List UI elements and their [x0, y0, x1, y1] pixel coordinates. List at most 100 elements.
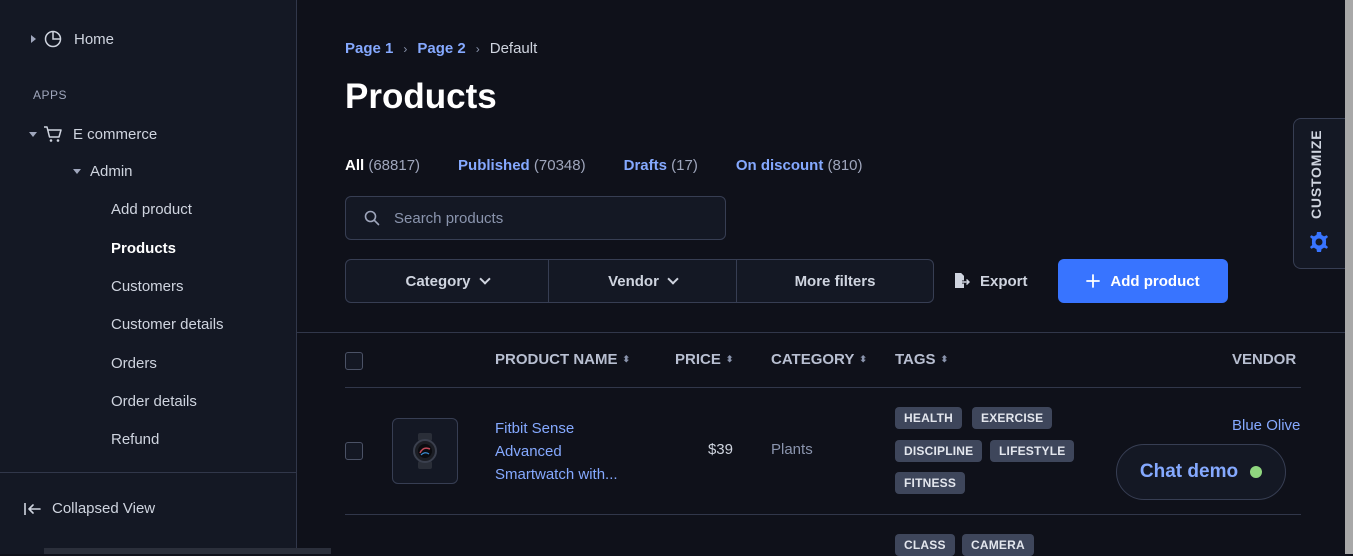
product-thumbnail[interactable]	[392, 418, 458, 484]
chat-demo-label: Chat demo	[1139, 461, 1239, 482]
collapse-arrow-icon	[24, 502, 42, 516]
tab-label: On discount	[735, 157, 824, 174]
tab-label: All	[345, 157, 365, 174]
sort-icon: ⬍	[859, 354, 867, 364]
gear-icon	[1307, 230, 1331, 254]
filter-bar: Category Vendor More filters	[345, 259, 934, 303]
row-checkbox[interactable]	[345, 442, 363, 460]
sidebar-item-label: E commerce	[73, 125, 158, 143]
page-title: Products	[345, 77, 497, 116]
sort-icon: ⬍	[940, 354, 949, 364]
header-label: VENDOR	[1232, 351, 1297, 368]
vendor-filter-dropdown[interactable]: Vendor	[549, 260, 737, 302]
add-product-button[interactable]: Add product	[1058, 259, 1228, 303]
chevron-down-icon	[478, 273, 491, 285]
column-header-vendor[interactable]: VENDOR	[1232, 351, 1296, 368]
sidebar: Home APPS E commerce Admin Add product P…	[0, 0, 297, 554]
online-status-dot	[1250, 466, 1263, 478]
plus-icon	[1086, 274, 1101, 288]
more-filters-button[interactable]: More filters	[737, 260, 933, 302]
product-name-link[interactable]: Fitbit Sense Advanced Smartwatch with...	[495, 417, 635, 486]
search-input[interactable]: Search products	[345, 196, 726, 240]
sidebar-item-refund[interactable]: Refund	[111, 431, 159, 448]
sidebar-item-products[interactable]: Products	[111, 240, 176, 257]
sidebar-item-admin[interactable]: Admin	[73, 163, 133, 180]
sidebar-item-label: Home	[74, 30, 115, 48]
row-divider	[345, 514, 1301, 515]
tab-published[interactable]: Published (70348)	[458, 157, 586, 174]
breadcrumb-current: Default	[489, 40, 538, 57]
tab-label: Published	[458, 157, 530, 174]
breadcrumb-page-2[interactable]: Page 2	[417, 40, 465, 57]
sort-icon: ⬍	[725, 354, 734, 364]
customize-label: CUSTOMIZE	[1308, 129, 1324, 219]
sidebar-item-ecommerce[interactable]: E commerce	[29, 125, 157, 143]
category-filter-label: Category	[405, 272, 471, 290]
caret-down-icon	[73, 169, 81, 174]
smartwatch-icon	[405, 431, 445, 471]
tab-all[interactable]: All (68817)	[345, 157, 420, 174]
chevron-down-icon	[667, 273, 679, 285]
search-icon	[364, 210, 380, 226]
tag-badge[interactable]: LIFESTYLE	[990, 440, 1075, 462]
product-price: $39	[707, 441, 733, 458]
sidebar-item-label: Admin	[90, 163, 133, 180]
chevron-right-icon: ›	[403, 41, 408, 56]
status-tabs: All (68817) Published (70348) Drafts (17…	[345, 157, 863, 174]
column-header-category[interactable]: CATEGORY ⬍	[771, 351, 867, 368]
tab-count: (810)	[827, 157, 863, 174]
search-placeholder: Search products	[394, 209, 504, 227]
sidebar-item-add-product[interactable]: Add product	[111, 201, 192, 218]
section-label-apps: APPS	[33, 88, 68, 102]
tab-drafts[interactable]: Drafts (17)	[624, 157, 698, 174]
collapsed-view-button[interactable]: Collapsed View	[24, 500, 155, 517]
caret-right-icon	[31, 35, 36, 43]
column-header-price[interactable]: PRICE ⬍	[675, 351, 733, 368]
vendor-filter-label: Vendor	[608, 272, 659, 290]
sidebar-item-orders[interactable]: Orders	[111, 355, 157, 372]
tag-badge[interactable]: CAMERA	[962, 534, 1034, 556]
tag-badge[interactable]: HEALTH	[895, 407, 962, 429]
chat-demo-button[interactable]: Chat demo	[1116, 444, 1286, 500]
category-filter-dropdown[interactable]: Category	[346, 260, 549, 302]
file-export-icon	[952, 272, 970, 290]
header-label: TAGS	[895, 351, 936, 368]
product-category: Plants	[771, 441, 813, 458]
select-all-checkbox[interactable]	[345, 352, 363, 370]
caret-down-icon	[29, 131, 37, 137]
tab-on-discount[interactable]: On discount (810)	[736, 157, 863, 174]
header-label: PRODUCT NAME	[495, 351, 618, 368]
sidebar-item-home[interactable]: Home	[31, 30, 114, 48]
tab-count: (70348)	[533, 157, 586, 174]
sidebar-item-customers[interactable]: Customers	[111, 278, 184, 295]
vertical-scrollbar[interactable]	[1345, 0, 1353, 554]
vendor-link[interactable]: Blue Olive	[1232, 417, 1300, 434]
header-label: PRICE	[675, 351, 721, 368]
export-button[interactable]: Export	[952, 259, 1028, 303]
header-label: CATEGORY	[771, 351, 855, 368]
tab-label: Drafts	[623, 157, 667, 174]
more-filters-label: More filters	[794, 272, 876, 290]
collapsed-view-label: Collapsed View	[52, 500, 156, 517]
breadcrumb: Page 1 › Page 2 › Default	[345, 40, 537, 57]
sidebar-divider	[0, 472, 296, 473]
sidebar-item-order-details[interactable]: Order details	[111, 393, 197, 410]
tag-badge[interactable]: EXERCISE	[972, 407, 1053, 429]
products-table: PRODUCT NAME ⬍ PRICE ⬍ CATEGORY ⬍ TAGS ⬍ VEN…	[297, 332, 1345, 556]
column-header-tags[interactable]: TAGS ⬍	[895, 351, 948, 368]
tag-badge[interactable]: CLASS	[895, 534, 955, 556]
tab-count: (68817)	[368, 157, 421, 174]
tab-count: (17)	[671, 157, 698, 174]
pie-chart-icon	[44, 30, 62, 48]
breadcrumb-page-1[interactable]: Page 1	[345, 40, 393, 57]
export-label: Export	[980, 272, 1028, 290]
tag-badge[interactable]: DISCIPLINE	[895, 440, 983, 462]
chevron-right-icon: ›	[475, 41, 480, 56]
column-header-product-name[interactable]: PRODUCT NAME ⬍	[495, 351, 630, 368]
horizontal-scroll-thumb[interactable]	[44, 548, 331, 554]
sidebar-item-customer-details[interactable]: Customer details	[111, 316, 224, 333]
tag-badge[interactable]: FITNESS	[895, 472, 966, 494]
row-divider	[345, 387, 1301, 388]
customize-panel-toggle[interactable]: CUSTOMIZE	[1293, 118, 1345, 269]
cart-icon	[43, 125, 63, 143]
